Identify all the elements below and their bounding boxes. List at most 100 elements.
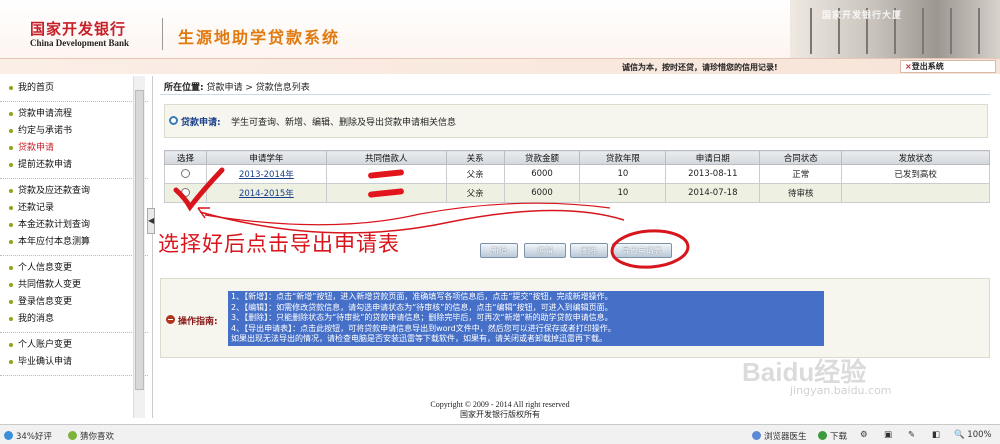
bank-logo-cn: 国家开发银行 [30,20,127,38]
statusbar-tool-icon[interactable]: ▣ [884,430,892,440]
sidebar-group: 个人信息变更 共同借款人变更 登录信息变更 我的消息 [0,256,148,333]
guide-text: 1、【新增】：点击“新增”按钮，进入新增贷款页面，准确填写各项信息后，点击“提交… [228,291,824,346]
sidebar-group: 个人账户变更 毕业确认申请 [0,333,148,376]
row-select-radio[interactable] [180,169,190,178]
column-header: 选择 [164,150,207,165]
building-banner-image: 国家开发银行大厦 [790,0,1000,58]
sidebar-item[interactable]: 提前还款申请 [0,157,148,174]
column-header: 发放状态 [841,150,990,165]
co-borrower-cell [325,164,447,184]
term-cell: 10 [579,164,667,184]
sidebar-item[interactable]: 本金还款计划查询 [0,217,148,234]
sidebar-scrollbar[interactable] [133,76,145,418]
rating-indicator[interactable]: 34%好评 [4,430,52,442]
guide-label: 操作指南: [178,317,218,327]
annotation-arrow-curve [204,202,611,226]
download-button[interactable]: 下载 [818,430,847,442]
notice-text: 诚信为本，按时还贷，请珍惜您的信用记录! [622,63,778,72]
sidebar-item[interactable]: 登录信息变更 [0,294,148,311]
browser-doctor-button[interactable]: 浏览器医生 [752,430,807,442]
logout-button[interactable]: ×登出系统 [900,60,996,73]
download-icon [818,431,827,440]
guide-line: 4、【导出申请表】：点击此按钮，可将贷款申请信息导出到word文件中，然后您可以… [231,323,616,333]
sidebar-item[interactable]: 个人信息变更 [0,260,148,277]
logo-separator [162,18,163,50]
sidebar-item[interactable]: 贷款申请 [0,140,148,157]
contract-status-cell: 待审核 [759,183,843,203]
table-row[interactable]: 2013-2014年 父亲 6000 10 2013-08-11 正常 已发到高校 [164,164,990,184]
guess-link[interactable]: 猜你喜欢 [68,430,114,442]
date-cell: 2013-08-11 [665,164,761,184]
redaction-mark [368,168,405,179]
info-label: 贷款申请: [181,118,221,128]
rating-icon [4,431,13,440]
annotation-arrowhead [197,207,210,219]
sidebar-item[interactable]: 个人账户变更 [0,337,148,354]
edit-button[interactable]: 编辑 [524,243,566,258]
guess-icon [68,431,77,440]
sidebar-group: 贷款申请流程 约定与承诺书 贷款申请 提前还款申请 [0,102,148,179]
select-cell[interactable] [164,164,207,184]
sidebar-item[interactable]: 贷款申请流程 [0,106,148,123]
row-select-radio[interactable] [180,188,190,197]
column-header: 申请日期 [665,150,761,165]
annotation-text: 选择好后点击导出申请表 [158,232,400,256]
sidebar-item[interactable]: 约定与承诺书 [0,123,148,140]
sidebar-item[interactable]: 毕业确认申请 [0,354,148,371]
close-icon: × [905,62,912,71]
date-cell: 2014-07-18 [665,183,761,203]
breadcrumb-path: 贷款申请 > 贷款信息列表 [206,83,310,93]
building-sign: 国家开发银行大厦 [822,11,903,21]
add-button[interactable]: 新增 [480,243,518,258]
zoom-control[interactable]: 🔍 100% [954,430,992,440]
term-cell: 10 [579,183,667,203]
statusbar-tool-icon[interactable]: ◧ [932,430,940,440]
relation-cell: 父亲 [445,164,505,184]
contract-status-cell: 正常 [759,164,843,184]
guide-line: 1、【新增】：点击“新增”按钮，进入新增贷款页面，准确填写各项信息后，点击“提交… [231,292,613,301]
column-header: 关系 [445,150,505,165]
notice-bar: 诚信为本，按时还贷，请珍惜您的信用记录! ×登出系统 [0,58,1000,74]
sidebar-group: 贷款及应还款查询 还款记录 本金还款计划查询 本年应付本息测算 [0,179,148,256]
sidebar-item[interactable]: 贷款及应还款查询 [0,183,148,200]
export-application-button[interactable]: 导出申请表 [612,243,672,258]
guide-line: 3、【删除】：只能删除状态为“待审批”的贷款申请信息；删除完毕后，可再次“新增”… [231,313,613,322]
info-text: 学生可查询、新增、编辑、删除及导出贷款申请相关信息 [231,118,457,128]
sidebar-item[interactable]: 我的消息 [0,311,148,328]
sidebar-item[interactable]: 本年应付本息测算 [0,234,148,251]
table-header-row: 选择 申请学年 共同借款人 关系 贷款金额 贷款年限 申请日期 合同状态 发放状态 [164,150,990,165]
column-header: 贷款金额 [503,150,581,165]
guide-line: 如果出现无法导出的情况，请检查电脑是否安装迅雷等下载软件，如果有，请关闭或者卸载… [231,334,607,343]
sidebar-item[interactable]: 还款记录 [0,200,148,217]
breadcrumb-prefix: 所在位置: [164,83,204,93]
sidebar-collapse-icon[interactable]: ◀ [147,208,155,234]
statusbar-tool-icon[interactable]: ✎ [908,430,915,440]
sidebar-item[interactable]: 我的首页 [0,80,148,97]
doctor-icon [752,431,761,440]
guide-line: 2、【编辑】：如需修改贷款信息，请勾选申请状态为“待审核”的信息，点击“编辑”按… [231,302,613,312]
footer-copyright: Copyright © 2009 - 2014 All right reserv… [430,400,570,409]
release-status-cell [841,183,990,203]
redaction-mark [368,187,405,198]
sidebar-scroll-thumb[interactable] [135,90,144,390]
logout-label: 登出系统 [911,62,944,71]
table-row[interactable]: 2014-2015年 父亲 6000 10 2014-07-18 待审核 [164,183,990,203]
amount-cell: 6000 [503,164,581,184]
baidu-watermark-url: jingyan.baidu.com [790,384,892,397]
delete-button[interactable]: 删除 [570,243,608,258]
sidebar-item[interactable]: 共同借款人变更 [0,277,148,294]
loan-table: 选择 申请学年 共同借款人 关系 贷款金额 贷款年限 申请日期 合同状态 发放状态 2013-2… [164,150,990,203]
statusbar-tool-icon[interactable]: ⚙ [860,430,868,440]
academic-year-link[interactable]: 2014-2015年 [239,189,294,199]
select-cell[interactable] [164,183,207,203]
sidebar-divider [152,76,153,418]
relation-cell: 父亲 [445,183,505,203]
system-title: 生源地助学贷款系统 [178,28,341,47]
footer-owner: 国家开发银行版权所有 [460,410,540,419]
info-box: 贷款申请: 学生可查询、新增、编辑、删除及导出贷款申请相关信息 [164,104,988,138]
academic-year-link[interactable]: 2013-2014年 [239,170,294,180]
column-header: 共同借款人 [325,150,447,165]
operation-guide: 操作指南: 1、【新增】：点击“新增”按钮，进入新增贷款页面，准确填写各项信息后… [160,278,990,358]
year-cell: 2013-2014年 [205,164,327,184]
minus-circle-icon [166,315,175,324]
